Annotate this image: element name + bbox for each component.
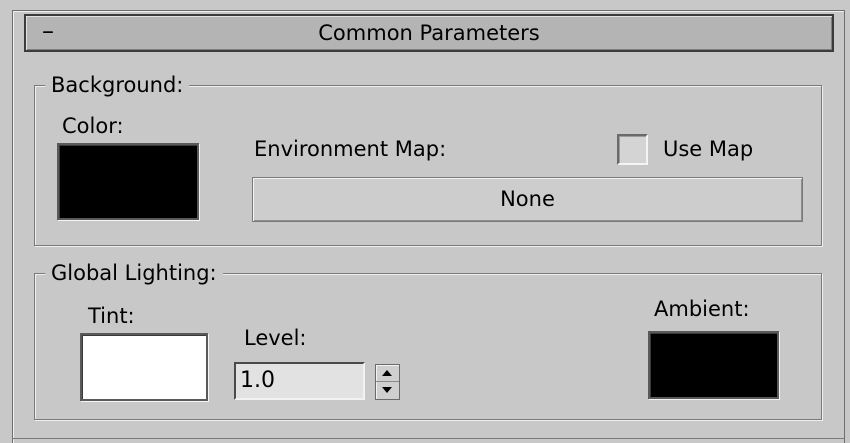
level-input[interactable]: 1.0 [234, 362, 365, 400]
level-spinner[interactable] [375, 364, 400, 400]
level-label: Level: [244, 326, 307, 350]
spinner-down-button[interactable] [376, 382, 399, 399]
ambient-color-swatch[interactable] [648, 331, 779, 399]
background-color-swatch[interactable] [57, 143, 199, 220]
environment-map-label: Environment Map: [254, 137, 447, 161]
ambient-label: Ambient: [654, 297, 750, 321]
spinner-up-button[interactable] [376, 365, 399, 382]
rollout-title: Common Parameters [318, 21, 540, 45]
global-lighting-group-label: Global Lighting: [45, 262, 223, 284]
environment-map-button[interactable]: None [252, 177, 803, 222]
background-group-label: Background: [45, 74, 190, 96]
tint-color-swatch[interactable] [80, 333, 208, 401]
arrow-down-icon [382, 387, 392, 393]
rollout-title-bar[interactable]: – Common Parameters [24, 14, 834, 52]
use-map-checkbox[interactable] [617, 134, 648, 165]
rollout-bottom-border [12, 438, 845, 439]
use-map-label[interactable]: Use Map [663, 137, 753, 161]
tint-label: Tint: [88, 304, 135, 328]
color-label: Color: [62, 114, 124, 138]
arrow-up-icon [382, 370, 392, 376]
